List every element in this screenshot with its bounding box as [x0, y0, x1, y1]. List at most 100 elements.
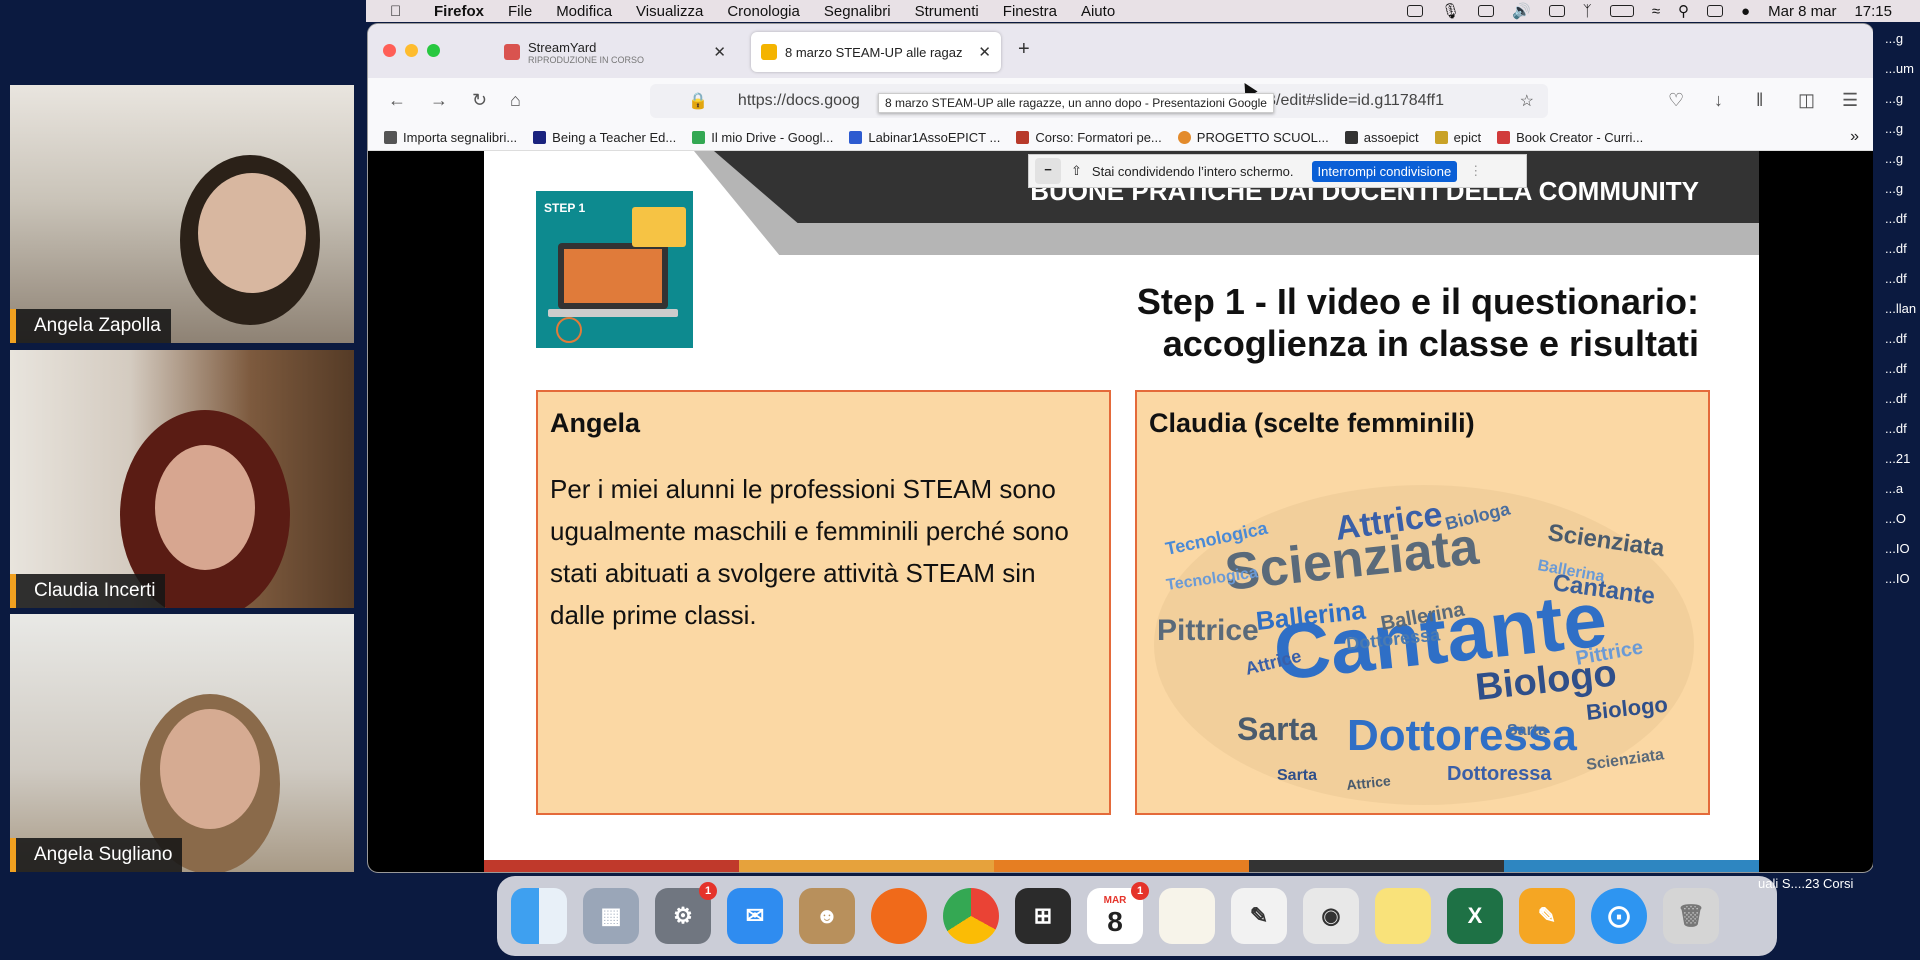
- microphone-icon[interactable]: 🎙: [1441, 2, 1460, 20]
- screen-share-icon[interactable]: [1407, 5, 1424, 17]
- bookmark-star-icon[interactable]: ☆: [1520, 91, 1534, 111]
- minimize-window-button[interactable]: [405, 44, 418, 57]
- word-cloud-word: Dottoressa: [1447, 763, 1552, 785]
- new-tab-icon[interactable]: +: [1018, 38, 1030, 61]
- desktop-file-item[interactable]: ...df: [1873, 234, 1920, 264]
- menubar-date[interactable]: Mar 8 mar: [1768, 3, 1836, 20]
- chevron-right-icon[interactable]: »: [1850, 128, 1859, 146]
- desktop-file-item[interactable]: ...IO: [1873, 564, 1920, 594]
- control-center-icon[interactable]: [1707, 5, 1724, 17]
- pocket-icon[interactable]: ♡: [1668, 90, 1684, 111]
- desktop-file-item[interactable]: ...g: [1873, 144, 1920, 174]
- menu-cronologia[interactable]: Cronologia: [727, 3, 800, 20]
- menu-modifica[interactable]: Modifica: [556, 3, 612, 20]
- bookmark-item[interactable]: PROGETTO SCUOL...: [1177, 130, 1329, 145]
- tab-slides[interactable]: 8 marzo STEAM-UP alle ragaz ✕: [751, 32, 1001, 72]
- desktop-file-item[interactable]: ...df: [1873, 324, 1920, 354]
- bookmark-item[interactable]: epict: [1434, 130, 1481, 145]
- desktop-file-item[interactable]: ...IO: [1873, 534, 1920, 564]
- menu-icon[interactable]: ☰: [1842, 90, 1858, 111]
- trash-icon[interactable]: 🗑: [1663, 888, 1719, 944]
- calendar-icon[interactable]: MAR 8 1: [1087, 882, 1149, 944]
- tab-label-group: StreamYard RIPRODUZIONE IN CORSO: [528, 40, 644, 65]
- bookmark-item[interactable]: Book Creator - Curri...: [1497, 130, 1643, 145]
- drag-handle-icon[interactable]: ⋮: [1469, 163, 1482, 179]
- zoom-window-button[interactable]: [427, 44, 440, 57]
- desktop-file-item[interactable]: ...g: [1873, 24, 1920, 54]
- bookmark-item[interactable]: Il mio Drive - Googl...: [692, 130, 833, 145]
- desktop-file-item[interactable]: ...O: [1873, 504, 1920, 534]
- desktop-file-item[interactable]: ...21: [1873, 444, 1920, 474]
- search-icon[interactable]: ⚲: [1678, 2, 1689, 20]
- launchpad-icon[interactable]: ▦: [583, 888, 639, 944]
- firefox-icon[interactable]: [871, 888, 927, 944]
- close-tab-icon[interactable]: ✕: [713, 43, 726, 61]
- url-text: https://docs.goog: [737, 92, 860, 109]
- bookmark-item[interactable]: Importa segnalibri...: [384, 130, 517, 145]
- screenshot-icon[interactable]: ◉: [1303, 888, 1359, 944]
- menu-aiuto[interactable]: Aiuto: [1081, 3, 1115, 20]
- menu-strumenti[interactable]: Strumenti: [915, 3, 979, 20]
- forward-icon[interactable]: →: [430, 90, 448, 111]
- minimize-icon[interactable]: −: [1035, 158, 1061, 184]
- bookmark-item[interactable]: Labinar1AssoEPICT ...: [849, 130, 1000, 145]
- desktop-file-item[interactable]: ...df: [1873, 264, 1920, 294]
- volume-icon[interactable]: 🔊: [1512, 2, 1531, 20]
- participant-video-1: Angela Zapolla: [10, 85, 354, 343]
- chrome-icon[interactable]: [943, 888, 999, 944]
- menu-finestra[interactable]: Finestra: [1003, 3, 1057, 20]
- safari-icon[interactable]: ⨀: [1591, 888, 1647, 944]
- excel-icon[interactable]: X: [1447, 888, 1503, 944]
- pages-icon[interactable]: ✎: [1519, 888, 1575, 944]
- menu-segnalibri[interactable]: Segnalibri: [824, 3, 891, 20]
- desktop-file-item[interactable]: ...um: [1873, 54, 1920, 84]
- tab-streamyard[interactable]: StreamYard RIPRODUZIONE IN CORSO ✕: [494, 32, 736, 72]
- desktop-file-item[interactable]: ...llan: [1873, 294, 1920, 324]
- desktop-file-item[interactable]: ...df: [1873, 414, 1920, 444]
- sidebar-icon[interactable]: ◫: [1798, 90, 1815, 111]
- stop-sharing-button[interactable]: Interrompi condivisione: [1311, 160, 1458, 182]
- word-cloud: CantanteScienziataDottoressaBiologoSarta…: [1154, 485, 1694, 805]
- calculator-icon[interactable]: ⊞: [1015, 888, 1071, 944]
- wifi-icon[interactable]: ≈: [1652, 3, 1660, 20]
- desktop-file-item[interactable]: ...df: [1873, 204, 1920, 234]
- desktop-file-item[interactable]: ...a: [1873, 474, 1920, 504]
- desktop-file-item[interactable]: ...g: [1873, 84, 1920, 114]
- notes-icon[interactable]: [1159, 888, 1215, 944]
- menu-file[interactable]: File: [508, 3, 532, 20]
- apple-icon[interactable]: : [390, 3, 412, 20]
- keyboard-icon[interactable]: [1548, 5, 1565, 17]
- desktop-file-item[interactable]: ...g: [1873, 114, 1920, 144]
- display-icon[interactable]: [1478, 5, 1495, 17]
- bookmark-item[interactable]: assoepict: [1344, 130, 1419, 145]
- home-icon[interactable]: ⌂: [510, 90, 521, 111]
- mail-icon[interactable]: ✉: [727, 888, 783, 944]
- reload-icon[interactable]: ↻: [472, 90, 487, 111]
- menubar-time[interactable]: 17:15: [1854, 3, 1892, 20]
- battery-icon[interactable]: [1609, 5, 1634, 17]
- bluetooth-icon[interactable]: ᛉ: [1583, 3, 1592, 20]
- tab-title: 8 marzo STEAM-UP alle ragaz: [785, 44, 963, 60]
- menu-visualizza[interactable]: Visualizza: [636, 3, 703, 20]
- dock-label: uali S....23 Corsi: [1758, 876, 1854, 891]
- close-window-button[interactable]: [383, 44, 396, 57]
- import-icon: [384, 130, 397, 144]
- siri-icon[interactable]: ●: [1741, 3, 1750, 20]
- bookmark-item[interactable]: Being a Teacher Ed...: [533, 130, 676, 145]
- footer-stripe: [739, 860, 994, 872]
- back-icon[interactable]: ←: [388, 90, 406, 111]
- desktop-file-item[interactable]: ...df: [1873, 354, 1920, 384]
- library-icon[interactable]: ‖: [1756, 90, 1763, 111]
- textedit-icon[interactable]: ✎: [1231, 888, 1287, 944]
- menu-app-name[interactable]: Firefox: [434, 3, 484, 20]
- bookmark-item[interactable]: Corso: Formatori pe...: [1016, 130, 1162, 145]
- settings-icon[interactable]: ⚙ 1: [655, 882, 717, 944]
- contacts-icon[interactable]: ☻: [799, 888, 855, 944]
- lock-icon[interactable]: 🔒: [688, 91, 708, 111]
- desktop-file-item[interactable]: ...df: [1873, 384, 1920, 414]
- close-tab-icon[interactable]: ✕: [978, 43, 991, 61]
- finder-icon[interactable]: [511, 888, 567, 944]
- download-icon[interactable]: ↓: [1714, 90, 1723, 111]
- desktop-file-item[interactable]: ...g: [1873, 174, 1920, 204]
- stickies-icon[interactable]: [1375, 888, 1431, 944]
